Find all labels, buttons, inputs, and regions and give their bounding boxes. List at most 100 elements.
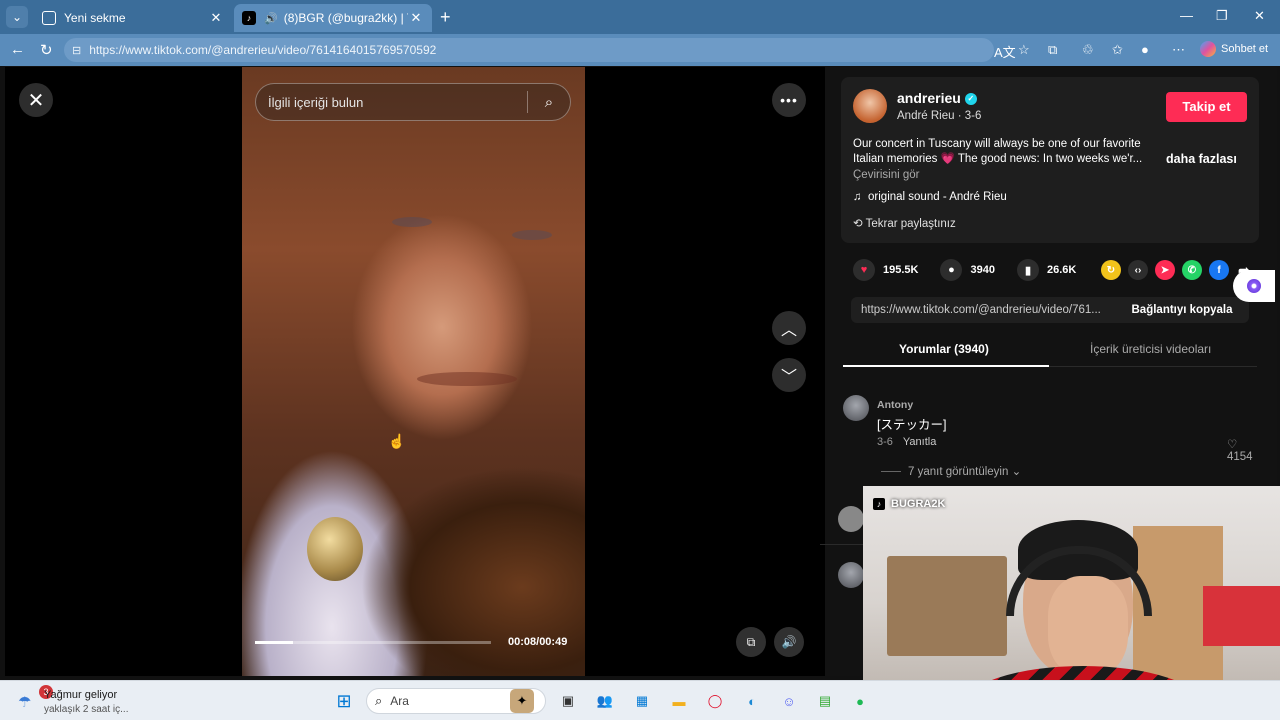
video-time: 00:08/00:49 [508,636,568,648]
tab-title: (8)BGR (@bugra2kk) | TikTok [283,11,408,25]
commenter-avatar[interactable] [838,506,864,532]
site-info-icon[interactable]: ⊟ [72,44,81,57]
like-button[interactable]: ♥ 195.5K [853,259,918,281]
webcam-scene [887,556,1007,656]
copy-link-button[interactable]: Bağlantıyı kopyala [1115,304,1249,316]
task-view-icon[interactable]: ▣ [556,689,580,713]
mouse-cursor-icon: ☝ [388,433,406,449]
weather-widget[interactable]: ☂ 3 Yağmur geliyor yaklaşık 2 saat iç... [14,685,154,717]
tab-tiktok[interactable]: ♪ 🔊 (8)BGR (@bugra2kk) | TikTok ✕ [234,4,432,32]
save-count: 26.6K [1046,264,1077,276]
send-to-friends-icon[interactable]: ➤ [1155,260,1175,280]
share-link-text[interactable]: https://www.tiktok.com/@andrerieu/video/… [851,304,1115,316]
post-info-card: andrerieu ✓ André Rieu · 3-6 Takip et Our… [841,77,1259,243]
start-windows-icon[interactable]: ⊞ [332,689,356,713]
app-icon[interactable]: ▤ [813,689,837,713]
video-frame-detail [307,517,363,581]
bookmark-icon: ▮ [1016,259,1039,281]
sound-link[interactable]: ♫ original sound - André Rieu [853,191,1007,203]
current-user-avatar[interactable] [838,562,864,588]
previous-video-chevron-up-icon[interactable]: ︿ [772,311,806,345]
comment-like-button[interactable]: ♡ 4154 [1227,437,1263,463]
minimize-icon[interactable]: — [1180,8,1193,23]
comment-bubble-icon: ● [940,259,963,281]
heart-outline-icon: ♡ [1227,439,1238,451]
extensions-icon[interactable]: ⧉ [1048,42,1057,58]
weather-subtitle: yaklaşık 2 saat iç... [44,704,129,715]
embed-code-icon[interactable]: ‹› [1128,260,1148,280]
favorites-icon[interactable]: ✩ [1112,42,1123,58]
new-tab-plus-icon[interactable]: + [440,7,451,28]
reload-icon[interactable]: ↻ [40,41,53,59]
back-arrow-icon[interactable]: ← [10,41,25,58]
tab-comments[interactable]: Yorumlar (3940) [899,342,989,356]
search-icon[interactable]: ⌕ [528,94,570,111]
taskbar: ☂ 3 Yağmur geliyor yaklaşık 2 saat iç...… [0,680,1280,720]
commenter-avatar[interactable] [843,395,869,421]
follow-button[interactable]: Takip et [1166,92,1247,122]
tab-new-tab[interactable]: Yeni sekme ✕ [34,4,232,32]
taskbar-search-label: Ara [390,694,409,708]
url-input[interactable]: ⊟ https://www.tiktok.com/@andrerieu/vide… [64,38,994,62]
teams-icon[interactable]: 👥 [593,689,617,713]
more-menu-icon[interactable]: ⋯ [1172,42,1185,58]
comment-button[interactable]: ● 3940 [940,259,995,281]
translate-icon[interactable]: A文 [994,42,1016,61]
creator-avatar[interactable] [853,89,887,123]
spotify-icon[interactable]: ● [848,689,872,713]
whatsapp-icon[interactable]: ✆ [1182,260,1202,280]
floating-player-icon[interactable]: ⧉ [736,627,766,657]
tab-close-icon[interactable]: ✕ [208,10,224,26]
reply-button[interactable]: Yanıtla [903,436,936,448]
related-search-input[interactable]: İlgili içeriği bulun ⌕ [255,83,571,121]
video-frame-detail [417,372,517,386]
speaker-icon[interactable]: 🔊 [264,12,278,25]
video-progress-bar[interactable] [255,641,491,644]
weather-title: Yağmur geliyor [44,689,118,701]
comment-meta: 3-6 Yanıtla [877,436,936,448]
facebook-icon[interactable]: f [1209,260,1229,280]
copilot-button[interactable]: Sohbet et [1200,41,1268,57]
profile-avatar-icon[interactable]: ● [1141,42,1149,57]
tab-close-icon[interactable]: ✕ [408,10,424,26]
next-video-chevron-down-icon[interactable]: ﹀ [772,358,806,392]
more-options-icon[interactable]: ••• [772,83,806,117]
close-video-icon[interactable]: ✕ [19,83,53,117]
assistant-icon [1247,279,1261,293]
tiktok-logo-icon: ♪ [873,498,885,510]
volume-icon[interactable]: 🔊 [774,627,804,657]
comment-date: 3-6 [877,436,893,448]
window-close-icon[interactable]: ✕ [1254,8,1265,24]
favorite-star-icon[interactable]: ☆ [1018,42,1030,58]
copilot-icon [1200,41,1216,57]
file-explorer-icon[interactable]: ▬ [667,689,691,713]
sound-name: original sound - André Rieu [868,191,1007,203]
store-icon[interactable]: ▦ [630,689,654,713]
heart-icon: ♥ [853,259,875,281]
save-button[interactable]: ▮ 26.6K [1016,259,1077,281]
tab-actions-chevron-icon[interactable]: ⌄ [6,6,28,28]
tiktok-favicon-icon: ♪ [242,11,256,25]
discord-icon[interactable]: ☺ [777,689,801,713]
video-player[interactable] [242,67,585,676]
maximize-icon[interactable]: ❐ [1216,8,1228,24]
search-highlight-icon[interactable]: ✦ [510,689,534,713]
repost-label: Tekrar paylaştınız [865,218,956,230]
commenter-name[interactable]: Antony [877,399,913,411]
edge-icon[interactable]: ◐ [740,689,764,713]
video-progress-fill [255,641,293,644]
opera-icon[interactable]: ◯ [703,689,727,713]
repost-share-icon[interactable]: ↻ [1101,260,1121,280]
share-link-box: https://www.tiktok.com/@andrerieu/video/… [851,297,1249,323]
show-more-link[interactable]: daha fazlası [1166,152,1237,166]
floating-assistant-button[interactable] [1233,270,1275,302]
search-icon: ⌕ [375,693,383,708]
music-note-icon: ♫ [853,191,869,203]
see-translation-link[interactable]: Çevirisini gör [853,169,919,181]
view-replies-button[interactable]: 7 yanıt görüntüleyin ⌄ [881,464,1021,478]
repost-status[interactable]: ⟲ Tekrar paylaştınız [853,216,956,230]
tab-creator-videos[interactable]: İçerik üreticisi videoları [1090,342,1211,356]
comment-count: 3940 [970,264,995,276]
browser-essentials-icon[interactable]: ♲ [1082,42,1094,58]
creator-username[interactable]: andrerieu ✓ [897,90,977,106]
